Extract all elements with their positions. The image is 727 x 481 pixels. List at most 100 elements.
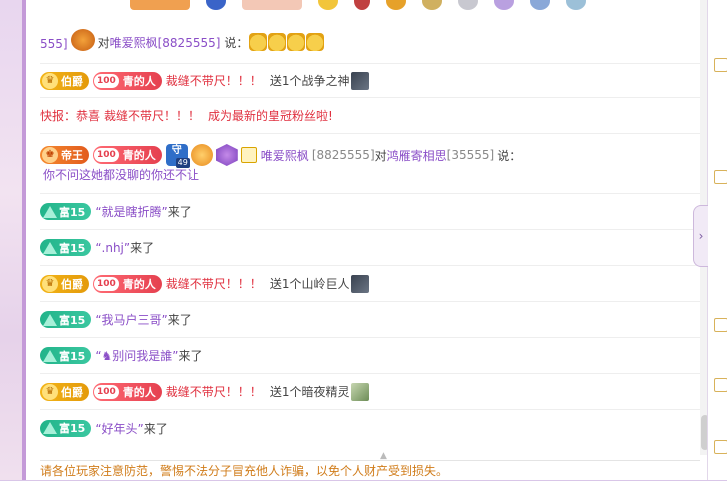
medal-icon: [386, 0, 406, 10]
collapse-handle[interactable]: ›: [693, 205, 708, 267]
flash-message: 快报：恭喜 裁缝不带尺！！！ 成为最新的皇冠粉丝啦!: [40, 98, 700, 134]
chat-message: ♚ 帝王 100 青的人 守 49 唯爱熙枫 [8825555] 对 鸿雁寄相思 [3…: [40, 134, 700, 194]
message-said: 说：: [497, 148, 522, 163]
fan-level: 100: [94, 148, 119, 162]
gift-image-icon: [351, 382, 370, 401]
fan-tag: 青的人: [122, 385, 156, 399]
wealth-label: 富15: [59, 205, 86, 219]
user-name-link[interactable]: “就是瞎折腾”: [95, 203, 167, 220]
rank-label: 伯爵: [61, 277, 83, 291]
user-name-link[interactable]: 唯爱熙枫: [261, 147, 309, 164]
sidebar-icon[interactable]: [714, 170, 727, 184]
medal-icon: [422, 0, 442, 10]
enter-action: 来了: [143, 421, 168, 436]
medal-icon: [458, 0, 478, 10]
fan-badge: 100 青的人: [93, 274, 162, 293]
sidebar-icon[interactable]: [714, 440, 727, 454]
medal-icon: [494, 0, 514, 10]
message-verb: 对: [374, 148, 387, 163]
safety-notice: 请各位玩家注意防范，警惕不法分子冒充他人诈骗，以免个人财产受到损失。: [40, 460, 700, 481]
sender-name-link[interactable]: 裁缝不带尺！！！: [166, 72, 262, 89]
sidebar-icon[interactable]: [714, 378, 727, 392]
chat-list[interactable]: 555] 对 唯爱熙枫[8825555] 说： ♛ 伯爵 100 青的人 裁缝不带尺…: [40, 0, 700, 455]
background-decor: [0, 0, 22, 480]
user-name-link[interactable]: “我马户三哥”: [95, 311, 167, 328]
gift-text: 送1个暗夜精灵: [269, 385, 350, 399]
rank-badge: ♛ 伯爵: [40, 382, 89, 401]
fan-level: 100: [94, 276, 119, 291]
chevron-right-icon: ›: [698, 229, 704, 243]
wealth-badge: 富15: [40, 203, 92, 220]
sidebar-icon[interactable]: [714, 58, 727, 72]
enter-action: 来了: [167, 313, 192, 327]
rank-badge: ♛ 伯爵: [40, 71, 89, 90]
rank-label: 伯爵: [61, 385, 83, 399]
enter-message: 富15 “就是瞎折腾” 来了: [40, 194, 700, 230]
flash-text: 成为最新的皇冠粉丝啦!: [208, 109, 333, 123]
enter-message: 富15 “好年头” 来了: [40, 410, 700, 446]
crown-icon: ♛: [42, 72, 58, 89]
gift-text: 送1个山岭巨人: [269, 277, 350, 291]
wealth-label: 富15: [59, 313, 86, 327]
wealth-badge: 富15: [40, 239, 92, 256]
emoji-dog-icon: [287, 33, 306, 51]
enter-action: 来了: [167, 205, 192, 219]
level-icon: [354, 0, 370, 10]
chat-panel: 555] 对 唯爱熙枫[8825555] 说： ♛ 伯爵 100 青的人 裁缝不带尺…: [22, 0, 711, 480]
fan-tag: 青的人: [122, 74, 156, 88]
right-sidebar: [707, 0, 727, 480]
wealth-icon: [43, 422, 57, 434]
gift-text: 送1个战争之神: [269, 74, 350, 88]
medal-icons: [130, 0, 586, 10]
rank-badge: ♛ 伯爵: [40, 274, 89, 293]
rank-label: 伯爵: [61, 74, 83, 88]
user-name-link[interactable]: “♞别问我是誰”: [95, 347, 178, 364]
emoji-dog-icon: [268, 33, 287, 51]
medal-icon: [566, 0, 586, 10]
wealth-icon: [43, 241, 57, 254]
enter-message: 富15 “我马户三哥” 来了: [40, 302, 700, 338]
wealth-label: 富15: [59, 349, 86, 363]
user-name-link[interactable]: “.nhj”: [95, 241, 130, 255]
enter-message: 富15 “♞别问我是誰” 来了: [40, 338, 700, 374]
fan-level: 100: [94, 384, 119, 399]
user-card-icon: [240, 147, 257, 163]
gift-image-icon: [351, 71, 370, 90]
crown-icon: ♛: [42, 275, 58, 292]
sidebar-icon[interactable]: [714, 318, 727, 332]
gift-message: ♛ 伯爵 100 青的人 裁缝不带尺！！！ 送1个战争之神: [40, 64, 700, 98]
sender-name-link[interactable]: 裁缝不带尺！！！: [166, 275, 262, 292]
lion-avatar-icon: [70, 29, 95, 51]
sender-name-link[interactable]: 裁缝不带尺！！！: [166, 383, 262, 400]
target-name-link[interactable]: 鸿雁寄相思: [387, 147, 447, 164]
medal-icon: [206, 0, 226, 10]
rank-badge: ♚ 帝王: [40, 146, 89, 164]
user-name-link[interactable]: 唯爱熙枫[8825555]: [110, 34, 221, 51]
crown-icon: ♛: [42, 383, 58, 400]
badge-icon: [130, 0, 190, 10]
message-prefix: 555]: [40, 37, 68, 51]
wealth-icon: [43, 313, 57, 326]
sender-name-link[interactable]: 裁缝不带尺！！！: [104, 107, 200, 124]
user-id: [8825555]: [311, 148, 375, 162]
badge-icon: [242, 0, 302, 10]
fan-level: 100: [94, 73, 119, 88]
enter-message: 富15 “.nhj” 来了: [40, 230, 700, 266]
fan-tag: 青的人: [122, 277, 156, 291]
wealth-icon: [43, 205, 57, 218]
rank-label: 帝王: [61, 149, 83, 162]
wealth-badge: 富15: [40, 311, 92, 328]
enter-action: 来了: [130, 241, 155, 255]
fan-tag: 青的人: [122, 149, 156, 162]
fan-badge: 100 青的人: [93, 71, 162, 90]
purple-medal-icon: [215, 144, 238, 166]
message-verb: 对: [97, 36, 110, 50]
user-name-link[interactable]: “好年头”: [95, 420, 143, 437]
guard-medal-level: 49: [175, 158, 190, 168]
gift-message: ♛ 伯爵 100 青的人 裁缝不带尺！！！ 送1个山岭巨人: [40, 266, 700, 302]
wealth-icon: [43, 349, 57, 362]
flash-label: 快报：恭喜: [40, 109, 101, 123]
wealth-label: 富15: [59, 241, 86, 255]
message-text: 你不问这她都没聊的你还不让: [43, 168, 200, 182]
medal-icon: [318, 0, 338, 10]
